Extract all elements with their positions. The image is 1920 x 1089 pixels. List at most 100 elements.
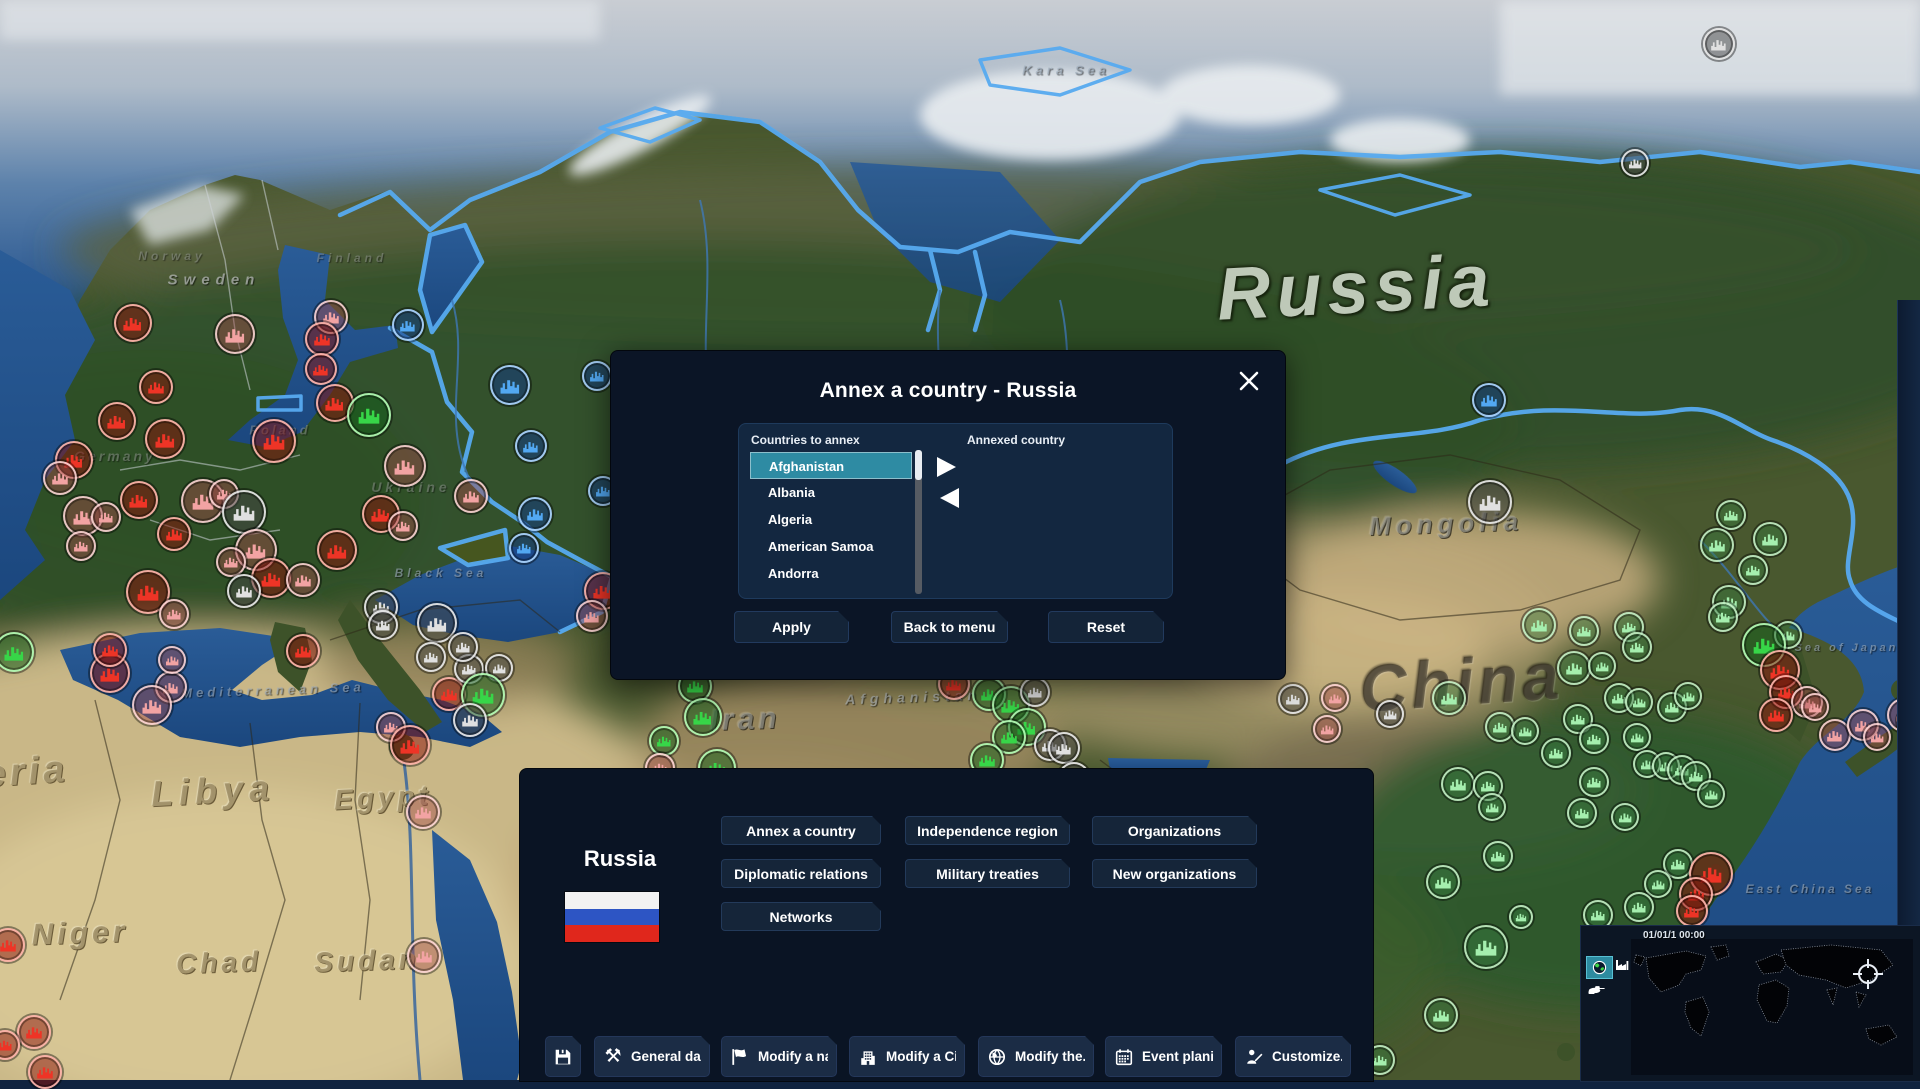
city-marker[interactable] [98,402,136,440]
city-marker[interactable] [28,1055,62,1089]
city-marker[interactable] [416,642,446,672]
city-marker[interactable] [407,939,441,973]
city-marker[interactable] [222,490,266,534]
city-marker[interactable] [649,726,679,756]
apply-button[interactable]: Apply [734,611,849,643]
move-left-arrow-button[interactable] [940,488,959,508]
city-marker[interactable] [368,610,398,640]
city-marker[interactable] [1557,651,1591,685]
city-marker[interactable] [347,393,391,437]
city-marker[interactable] [390,725,430,765]
city-marker[interactable] [518,497,552,531]
city-marker[interactable] [215,314,255,354]
city-marker[interactable] [1579,724,1609,754]
city-marker[interactable] [1863,723,1891,751]
city-marker[interactable] [1623,723,1651,751]
military-treaties-button[interactable]: Military treaties [905,859,1070,888]
city-marker[interactable] [1278,684,1308,714]
save-button[interactable] [545,1036,581,1077]
city-marker[interactable] [1700,528,1734,562]
city-marker[interactable] [1567,798,1597,828]
modify-the-world-button[interactable]: Modify the.. [978,1036,1094,1077]
city-marker[interactable] [286,634,320,668]
city-marker[interactable] [1611,803,1639,831]
organizations-button[interactable]: Organizations [1092,816,1257,845]
city-marker[interactable] [66,531,96,561]
city-marker[interactable] [91,502,121,532]
city-marker[interactable] [1708,602,1738,632]
modify-a-city-button[interactable]: Modify a Ci.. [849,1036,965,1077]
city-marker[interactable] [1703,28,1735,60]
city-marker[interactable] [1020,677,1050,707]
annexed-country-list[interactable] [967,452,1157,592]
country-list-item[interactable]: American Samoa [750,533,912,560]
minimap-world[interactable] [1631,939,1913,1075]
city-marker[interactable] [576,600,608,632]
back-to-menu-button[interactable]: Back to menu [891,611,1008,643]
city-marker[interactable] [114,304,152,342]
city-marker[interactable] [158,646,186,674]
city-marker[interactable] [1676,895,1708,927]
countries-to-annex-list[interactable]: Afghanistan Albania Algeria American Samoa A… [750,452,912,592]
city-marker[interactable] [1622,632,1652,662]
city-marker[interactable] [1522,608,1556,642]
city-marker[interactable] [1426,865,1460,899]
country-list-item[interactable]: Algeria [750,506,912,533]
city-marker[interactable] [1738,555,1768,585]
city-marker[interactable] [1697,780,1725,808]
city-marker[interactable] [120,481,158,519]
country-list-item[interactable]: Albania [750,479,912,506]
city-marker[interactable] [453,703,487,737]
scrollbar-thumb[interactable] [915,450,922,480]
city-marker[interactable] [216,547,246,577]
city-marker[interactable] [1753,522,1787,556]
city-marker[interactable] [1313,715,1341,743]
city-marker[interactable] [1464,925,1508,969]
close-icon[interactable] [1235,367,1263,395]
city-marker[interactable] [582,361,612,391]
minimap-factory-icon[interactable] [1614,956,1630,977]
general-database-button[interactable]: ⚒ General da.. [594,1036,710,1077]
city-marker[interactable] [1483,841,1513,871]
city-marker[interactable] [93,633,127,667]
city-marker[interactable] [1468,480,1512,524]
annex-a-country-button[interactable]: Annex a country [721,816,881,845]
city-marker[interactable] [1674,682,1702,710]
city-marker[interactable] [1541,738,1571,768]
move-right-arrow-button[interactable] [937,457,956,477]
city-marker[interactable] [684,698,722,736]
customize-button[interactable]: Customize.. [1235,1036,1351,1077]
city-marker[interactable] [286,563,320,597]
reset-button[interactable]: Reset [1048,611,1164,643]
city-marker[interactable] [454,479,488,513]
minimap-globe-button[interactable] [1586,956,1613,979]
event-planning-button[interactable]: Event plani.. [1105,1036,1222,1077]
city-marker[interactable] [406,795,440,829]
city-marker[interactable] [252,419,296,463]
city-marker[interactable] [1801,693,1829,721]
city-marker[interactable] [305,353,337,385]
diplomatic-relations-button[interactable]: Diplomatic relations [721,859,881,888]
city-marker[interactable] [1579,767,1609,797]
city-marker[interactable] [1424,998,1458,1032]
city-marker[interactable] [305,322,339,356]
city-marker[interactable] [448,632,478,662]
independence-region-button[interactable]: Independence region [905,816,1070,845]
city-marker[interactable] [159,599,189,629]
city-marker[interactable] [388,511,418,541]
city-marker[interactable] [145,419,185,459]
city-marker[interactable] [1621,149,1649,177]
city-marker[interactable] [515,430,547,462]
city-marker[interactable] [1432,681,1466,715]
city-marker[interactable] [1716,500,1746,530]
city-marker[interactable] [139,370,173,404]
city-marker[interactable] [1048,732,1080,764]
country-list-item[interactable]: Andorra [750,560,912,587]
city-marker[interactable] [1472,383,1506,417]
city-marker[interactable] [1625,688,1653,716]
city-marker[interactable] [157,517,191,551]
city-marker[interactable] [1588,652,1616,680]
city-marker[interactable] [1321,684,1349,712]
city-marker[interactable] [384,445,426,487]
city-marker[interactable] [392,309,424,341]
